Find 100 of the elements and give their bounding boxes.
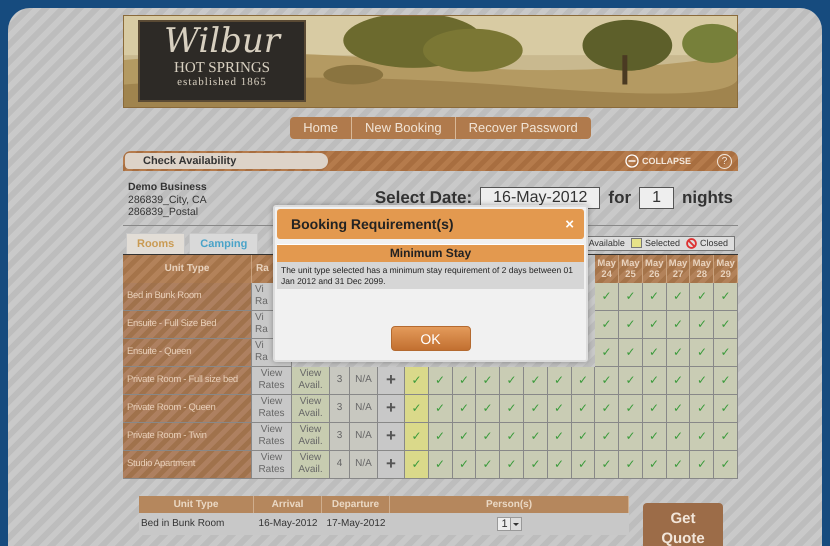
day-cell[interactable]: ✓	[666, 450, 690, 478]
day-cell[interactable]: ✓	[666, 310, 690, 338]
day-cell[interactable]: ✓	[524, 366, 548, 394]
view-rates-link[interactable]: View Rates	[252, 450, 292, 478]
add-button[interactable]: +	[378, 394, 405, 422]
day-cell[interactable]: ✓	[548, 450, 572, 478]
day-cell[interactable]: ✓	[666, 394, 690, 422]
day-cell[interactable]: ✓	[714, 422, 738, 450]
day-cell[interactable]: ✓	[500, 394, 524, 422]
day-cell[interactable]: ✓	[500, 450, 524, 478]
day-cell[interactable]: ✓	[548, 366, 572, 394]
day-cell[interactable]: ✓	[595, 282, 620, 310]
day-cell[interactable]: ✓	[714, 282, 738, 310]
day-cell[interactable]: ✓	[595, 394, 620, 422]
day-cell[interactable]: ✓	[619, 282, 643, 310]
day-cell[interactable]: ✓	[642, 282, 667, 310]
day-cell[interactable]: ✓	[452, 366, 476, 394]
day-cell[interactable]: ✓	[452, 422, 476, 450]
day-cell[interactable]: ✓	[452, 450, 476, 478]
day-cell[interactable]: ✓	[405, 394, 429, 422]
day-cell[interactable]: ✓	[666, 366, 690, 394]
day-cell[interactable]: ✓	[642, 394, 667, 422]
day-cell[interactable]: ✓	[548, 422, 572, 450]
day-cell[interactable]: ✓	[714, 366, 738, 394]
day-cell[interactable]: ✓	[642, 450, 667, 478]
day-cell[interactable]: ✓	[642, 366, 667, 394]
day-cell[interactable]: ✓	[476, 422, 500, 450]
day-cell[interactable]: ✓	[690, 366, 714, 394]
nav-link[interactable]: New Booking	[350, 117, 455, 139]
day-cell[interactable]: ✓	[595, 450, 620, 478]
day-cell[interactable]: ✓	[619, 422, 643, 450]
ok-button[interactable]: OK	[390, 326, 470, 351]
day-cell[interactable]: ✓	[666, 422, 690, 450]
day-cell[interactable]: ✓	[405, 366, 429, 394]
day-cell[interactable]: ✓	[524, 422, 548, 450]
day-cell[interactable]: ✓	[524, 450, 548, 478]
day-cell[interactable]: ✓	[595, 422, 620, 450]
day-cell[interactable]: ✓	[572, 366, 596, 394]
day-cell[interactable]: ✓	[476, 450, 500, 478]
nav-link[interactable]: Home	[290, 117, 351, 139]
view-avail-link[interactable]: View Avail.	[292, 366, 330, 394]
day-cell[interactable]: ✓	[690, 450, 714, 478]
nights-field[interactable]: 1	[639, 186, 674, 209]
column-header: Departure	[322, 496, 390, 512]
day-cell[interactable]: ✓	[428, 450, 453, 478]
view-avail-link[interactable]: View Avail.	[292, 450, 330, 478]
day-cell[interactable]: ✓	[476, 394, 500, 422]
day-cell[interactable]: ✓	[714, 338, 738, 366]
day-cell[interactable]: ✓	[595, 310, 620, 338]
add-button[interactable]: +	[378, 422, 405, 450]
collapse-button[interactable]: COLLAPSE	[624, 154, 691, 168]
add-button[interactable]: +	[378, 450, 405, 478]
get-quote-button[interactable]: Get Quote	[643, 502, 723, 546]
day-cell[interactable]: ✓	[690, 338, 714, 366]
day-cell[interactable]: ✓	[690, 394, 714, 422]
day-cell[interactable]: ✓	[452, 394, 476, 422]
day-cell[interactable]: ✓	[572, 394, 596, 422]
view-rates-link[interactable]: View Rates	[252, 366, 292, 394]
day-cell[interactable]: ✓	[690, 422, 714, 450]
day-cell[interactable]: ✓	[405, 450, 429, 478]
day-cell[interactable]: ✓	[666, 338, 690, 366]
tab[interactable]: Camping	[189, 232, 258, 254]
persons-dropdown[interactable]: 1	[497, 516, 522, 530]
day-cell[interactable]: ✓	[572, 450, 596, 478]
day-cell[interactable]: ✓	[619, 338, 643, 366]
day-cell[interactable]: ✓	[642, 310, 667, 338]
view-avail-link[interactable]: View Avail.	[292, 422, 330, 450]
day-cell[interactable]: ✓	[619, 366, 643, 394]
help-button[interactable]: ?	[717, 154, 732, 168]
day-cell[interactable]: ✓	[642, 422, 667, 450]
day-cell[interactable]: ✓	[690, 282, 714, 310]
day-cell[interactable]: ✓	[572, 422, 596, 450]
day-cell[interactable]: ✓	[714, 394, 738, 422]
tab[interactable]: Rooms	[126, 232, 186, 254]
day-cell[interactable]: ✓	[666, 282, 690, 310]
day-cell[interactable]: ✓	[619, 450, 643, 478]
day-cell[interactable]: ✓	[405, 422, 429, 450]
day-cell[interactable]: ✓	[476, 366, 500, 394]
view-rates-link[interactable]: View Rates	[252, 422, 292, 450]
day-cell[interactable]: ✓	[595, 338, 620, 366]
view-rates-link[interactable]: View Rates	[252, 394, 292, 422]
day-cell[interactable]: ✓	[500, 366, 524, 394]
day-cell[interactable]: ✓	[548, 394, 572, 422]
day-cell[interactable]: ✓	[428, 422, 453, 450]
close-button[interactable]: ×	[565, 216, 574, 232]
nav-link[interactable]: Recover Password	[454, 117, 591, 139]
day-cell[interactable]: ✓	[500, 422, 524, 450]
day-cell[interactable]: ✓	[428, 366, 453, 394]
day-cell[interactable]: ✓	[642, 338, 667, 366]
add-button[interactable]: +	[378, 366, 405, 394]
day-cell[interactable]: ✓	[524, 394, 548, 422]
day-cell[interactable]: ✓	[714, 450, 738, 478]
view-avail-link[interactable]: View Avail.	[292, 394, 330, 422]
day-cell[interactable]: ✓	[428, 394, 453, 422]
day-cell[interactable]: ✓	[690, 310, 714, 338]
day-cell[interactable]: ✓	[619, 394, 643, 422]
selected-swatch-icon	[630, 238, 642, 248]
day-cell[interactable]: ✓	[714, 310, 738, 338]
day-cell[interactable]: ✓	[595, 366, 620, 394]
day-cell[interactable]: ✓	[619, 310, 643, 338]
